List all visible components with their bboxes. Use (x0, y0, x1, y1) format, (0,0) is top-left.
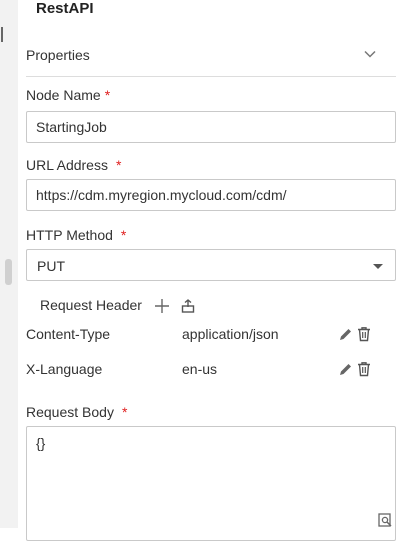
chevron-down-icon[interactable] (362, 46, 378, 62)
panel-resize-handle[interactable] (5, 259, 12, 285)
header-value: application/json (182, 326, 279, 342)
request-body-textarea[interactable]: {} (26, 426, 396, 541)
header-key: Content-Type (26, 326, 111, 342)
edit-icon[interactable] (337, 325, 355, 343)
header-value: en-us (182, 361, 218, 377)
required-mark: * (121, 404, 128, 420)
node-name-input[interactable] (26, 111, 396, 143)
delete-icon[interactable] (355, 360, 373, 378)
url-address-label: URL Address * (26, 157, 122, 173)
panel-title: RestAPI (36, 0, 94, 17)
required-mark: * (120, 227, 127, 243)
request-body-label: Request Body * (26, 404, 128, 420)
plus-icon[interactable] (153, 297, 171, 315)
node-name-label: Node Name * (26, 87, 111, 103)
required-mark: * (104, 87, 111, 103)
http-method-select[interactable]: PUT (26, 249, 396, 281)
properties-section-header[interactable]: Properties (26, 36, 396, 77)
delete-icon[interactable] (355, 325, 373, 343)
url-address-input[interactable] (26, 179, 396, 211)
edit-icon[interactable] (337, 360, 355, 378)
required-mark: * (115, 157, 122, 173)
import-icon[interactable] (179, 297, 197, 315)
collapse-indicator (1, 27, 3, 42)
http-method-value: PUT (37, 258, 65, 274)
http-method-label: HTTP Method * (26, 227, 127, 243)
preview-icon[interactable] (377, 512, 393, 528)
section-title: Properties (26, 47, 90, 63)
request-header-label: Request Header (40, 297, 142, 313)
caret-down-icon (373, 264, 383, 269)
header-key: X-Language (26, 361, 103, 377)
